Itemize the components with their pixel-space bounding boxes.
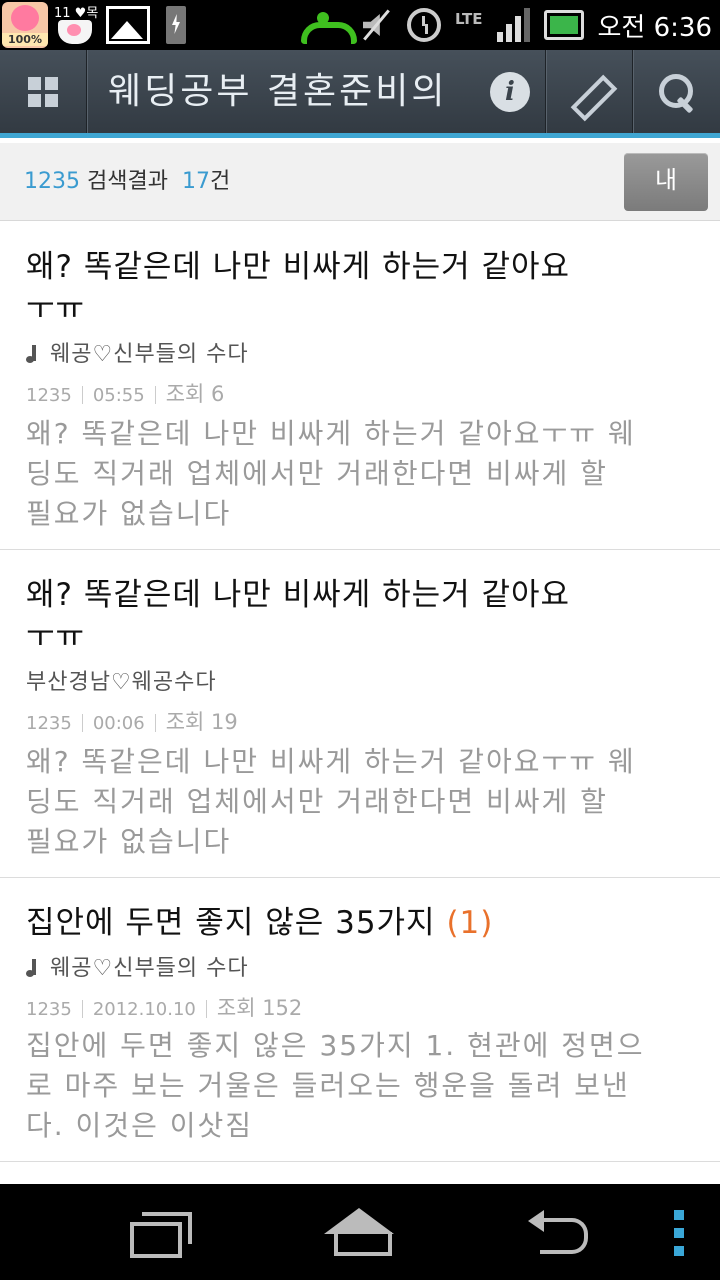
post-preview: 왜? 똑같은데 나만 비싸게 하는거 같아요ㅜㅠ 웨딩도 직거래 업체에서만 거… (26, 417, 636, 530)
post-time: 2012.10.10 (92, 999, 196, 1020)
cafe-name-text: 부산경남♡웨공수다 (26, 670, 217, 695)
post-time: 05:55 (92, 385, 145, 406)
status-system: LTE 오전 6:36 (300, 0, 713, 50)
cafe-name: 부산경남♡웨공수다 (26, 664, 217, 696)
mute-icon (359, 8, 393, 42)
results-count-suffix: 건 (209, 169, 231, 194)
navigation-bar (0, 1184, 720, 1280)
status-notifications: 100% 11 ♥목 (2, 2, 186, 48)
post-preview: 집안에 두면 좋지 않은 35가지 1. 현관에 정면으로 마주 보는 거울은 … (26, 1029, 645, 1142)
menu-icon[interactable] (674, 1210, 684, 1256)
post-meta: 1235 2012.10.10 조회 152 (26, 992, 302, 1022)
pencil-icon (569, 72, 609, 112)
notify-text: 11 ♥목 (54, 6, 99, 21)
recent-apps-icon[interactable] (130, 1212, 192, 1258)
home-icon[interactable] (324, 1208, 394, 1256)
post-title-text: 왜? 똑같은데 나만 비싸게 하는거 같아요ㅜㅠ (26, 577, 571, 655)
battery-icon (543, 10, 584, 40)
grid-menu-icon (28, 76, 58, 107)
status-bar: 100% 11 ♥목 LTE 오전 6:36 (0, 0, 720, 50)
post-title: 왜? 똑같은데 나만 비싸게 하는거 같아요ㅜㅠ (26, 246, 586, 330)
post-title: 왜? 똑같은데 나만 비싸게 하는거 같아요ㅜㅠ (26, 574, 586, 658)
write-button[interactable] (546, 50, 632, 133)
results-header: 1235 검색결과 17건 내 (0, 143, 720, 221)
results-count: 17 (181, 169, 210, 194)
results-summary: 1235 검색결과 17건 (24, 143, 230, 221)
battery-charging-icon (166, 6, 186, 44)
list-item[interactable]: 왜? 똑같은데 나만 비싸게 하는거 같아요ㅜㅠ 웨공♡신부들의 수다 1235… (0, 222, 720, 550)
signal-icon (496, 8, 530, 42)
cafe-name-text: 웨공♡신부들의 수다 (50, 956, 249, 981)
alarm-icon (406, 8, 441, 42)
post-title-text: 집안에 두면 좋지 않은 35가지 (26, 905, 436, 941)
meta-query: 1235 (26, 385, 72, 406)
post-meta: 1235 05:55 조회 6 (26, 378, 224, 408)
cafe-name: 웨공♡신부들의 수다 (26, 950, 249, 982)
info-icon: i (490, 71, 530, 112)
cafe-name-text: 웨공♡신부들의 수다 (50, 342, 249, 367)
list-item[interactable]: 집안에 두면 좋지 않은 35가지 (1) 웨공♡신부들의 수다 1235 201… (0, 878, 720, 1162)
search-button[interactable] (633, 50, 720, 133)
grid-menu-button[interactable] (0, 50, 86, 133)
post-meta: 1235 00:06 조회 19 (26, 706, 238, 736)
phone-icon (300, 12, 357, 44)
view-count: 조회 6 (165, 382, 225, 406)
results-label: 검색결과 (87, 169, 168, 194)
badge-percent: 100% (2, 33, 48, 46)
cup-icon: 11 ♥목 (52, 2, 102, 48)
music-note-icon (26, 959, 40, 977)
music-note-icon (26, 345, 40, 363)
page-title[interactable]: 웨딩공부 결혼준비의 (108, 50, 478, 133)
back-icon[interactable] (528, 1210, 590, 1254)
my-button[interactable]: 내 (624, 153, 708, 211)
meta-query: 1235 (26, 713, 72, 734)
post-preview: 왜? 똑같은데 나만 비싸게 하는거 같아요ㅜㅠ 웨딩도 직거래 업체에서만 거… (26, 745, 636, 858)
search-query: 1235 (24, 169, 80, 194)
app-badge-icon: 100% (2, 2, 48, 48)
meta-query: 1235 (26, 999, 72, 1020)
image-icon (106, 6, 150, 44)
app-bar: 웨딩공부 결혼준비의 i (0, 50, 720, 138)
info-button[interactable]: i (480, 50, 540, 133)
post-time: 00:06 (92, 713, 145, 734)
clock: 오전 6:36 (597, 12, 713, 43)
view-count: 조회 19 (165, 710, 238, 734)
post-title-text: 왜? 똑같은데 나만 비싸게 하는거 같아요ㅜㅠ (26, 249, 571, 327)
cafe-name: 웨공♡신부들의 수다 (26, 336, 249, 368)
divider (86, 50, 87, 133)
result-list: 왜? 똑같은데 나만 비싸게 하는거 같아요ㅜㅠ 웨공♡신부들의 수다 1235… (0, 222, 720, 1162)
view-count: 조회 152 (216, 996, 303, 1020)
reply-count: (1) (446, 905, 494, 941)
network-label: LTE (454, 9, 483, 28)
list-item[interactable]: 왜? 똑같은데 나만 비싸게 하는거 같아요ㅜㅠ 부산경남♡웨공수다 1235 0… (0, 550, 720, 878)
post-title: 집안에 두면 좋지 않은 35가지 (1) (26, 902, 586, 944)
search-icon (657, 72, 697, 112)
